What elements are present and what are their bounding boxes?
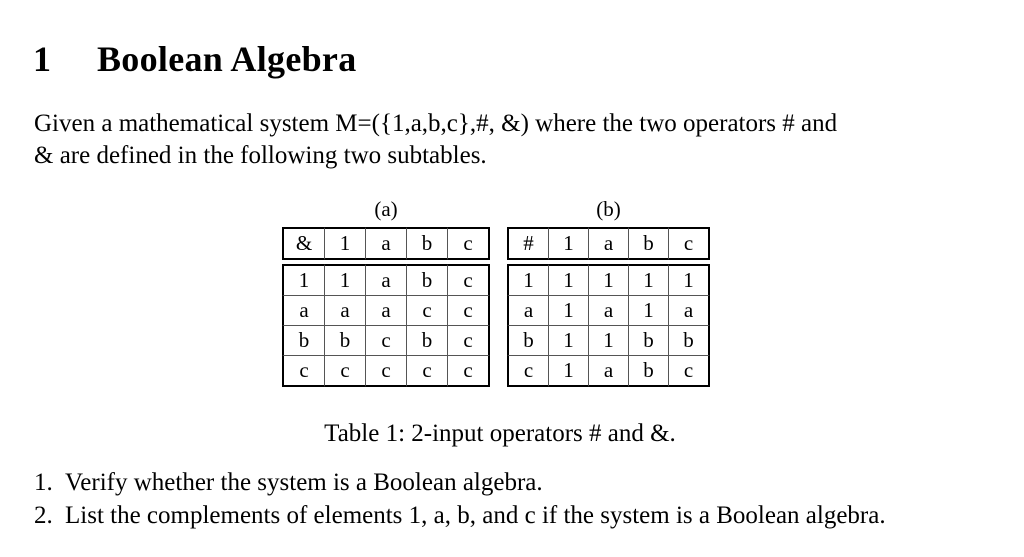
table-row: b 1 1 b b	[507, 326, 710, 356]
row-header: 1	[507, 264, 549, 296]
and-operator-table: & 1 a b c 1 1 a b c a a a c c b b c b c …	[282, 227, 490, 387]
table-cell: c	[366, 326, 407, 356]
table-row: a a a c c	[282, 296, 490, 326]
row-header: c	[282, 356, 325, 387]
subtable-label: (b)	[596, 197, 621, 221]
subtable-label: (a)	[374, 197, 398, 221]
table-cell: 1	[549, 326, 589, 356]
table-cell: a	[366, 296, 407, 326]
table-cell: c	[325, 356, 366, 387]
table-header-row: # 1 a b c	[507, 227, 710, 260]
column-header: b	[407, 227, 448, 260]
row-header: a	[282, 296, 325, 326]
table-row: c 1 a b c	[507, 356, 710, 387]
list-item: 2. List the complements of elements 1, a,…	[34, 499, 886, 532]
table-cell: 1	[325, 264, 366, 296]
hash-operator-table: # 1 a b c 1 1 1 1 1 a 1 a 1 a b 1 1 b b …	[507, 227, 710, 387]
item-number: 1.	[34, 469, 53, 496]
operator-symbol: #	[507, 227, 549, 260]
column-header: 1	[325, 227, 366, 260]
column-header: b	[629, 227, 669, 260]
section-heading: 1 Boolean Algebra	[33, 38, 357, 80]
table-caption: Table 1: 2-input operators # and &.	[324, 420, 676, 447]
table-cell: b	[629, 356, 669, 387]
row-header: c	[507, 356, 549, 387]
table-cell: 1	[549, 356, 589, 387]
column-header: c	[669, 227, 710, 260]
table-cell: c	[448, 264, 490, 296]
table-cell: a	[669, 296, 710, 326]
table-row: 1 1 a b c	[282, 264, 490, 296]
table-header-row: & 1 a b c	[282, 227, 490, 260]
row-header: 1	[282, 264, 325, 296]
table-row: c c c c c	[282, 356, 490, 387]
table-cell: a	[325, 296, 366, 326]
item-number: 2.	[34, 502, 53, 529]
column-header: c	[448, 227, 490, 260]
table-cell: a	[366, 264, 407, 296]
section-number: 1	[33, 39, 52, 79]
table-row: b b c b c	[282, 326, 490, 356]
table-cell: 1	[549, 264, 589, 296]
table-cell: c	[407, 296, 448, 326]
row-header: a	[507, 296, 549, 326]
question-list: 1. Verify whether the system is a Boolean…	[34, 466, 886, 532]
table-cell: c	[448, 356, 490, 387]
item-text: Verify whether the system is a Boolean a…	[65, 469, 543, 496]
table-cell: a	[589, 356, 629, 387]
intro-line-1: Given a mathematical system M=({1,a,b,c}…	[34, 110, 838, 137]
table-cell: c	[366, 356, 407, 387]
table-cell: 1	[669, 264, 710, 296]
operator-symbol: &	[282, 227, 325, 260]
table-cell: c	[407, 356, 448, 387]
table-cell: b	[325, 326, 366, 356]
intro-line-2: & are defined in the following two subta…	[34, 142, 487, 169]
table-cell: b	[407, 264, 448, 296]
table-row: a 1 a 1 a	[507, 296, 710, 326]
table-cell: b	[629, 326, 669, 356]
table-cell: c	[448, 296, 490, 326]
table-cell: b	[407, 326, 448, 356]
section-title: Boolean Algebra	[97, 39, 357, 79]
table-cell: c	[669, 356, 710, 387]
list-item: 1. Verify whether the system is a Boolean…	[34, 466, 886, 499]
table-cell: 1	[589, 326, 629, 356]
table-row: 1 1 1 1 1	[507, 264, 710, 296]
table-cell: c	[448, 326, 490, 356]
column-header: a	[366, 227, 407, 260]
item-text: List the complements of elements 1, a, b…	[65, 502, 886, 529]
subtable-and: (a) & 1 a b c 1 1 a b c a a a c c b b c …	[282, 195, 490, 387]
subtables: (a) & 1 a b c 1 1 a b c a a a c c b b c …	[0, 195, 1024, 395]
subtable-or: (b) # 1 a b c 1 1 1 1 1 a 1 a 1 a b 1 1 …	[507, 195, 710, 387]
table-cell: 1	[589, 264, 629, 296]
row-header: b	[282, 326, 325, 356]
intro-paragraph: Given a mathematical system M=({1,a,b,c}…	[34, 108, 974, 172]
table-cell: a	[589, 296, 629, 326]
table-cell: b	[669, 326, 710, 356]
table-cell: 1	[629, 264, 669, 296]
table-cell: 1	[629, 296, 669, 326]
table-cell: 1	[549, 296, 589, 326]
row-header: b	[507, 326, 549, 356]
column-header: a	[589, 227, 629, 260]
column-header: 1	[549, 227, 589, 260]
